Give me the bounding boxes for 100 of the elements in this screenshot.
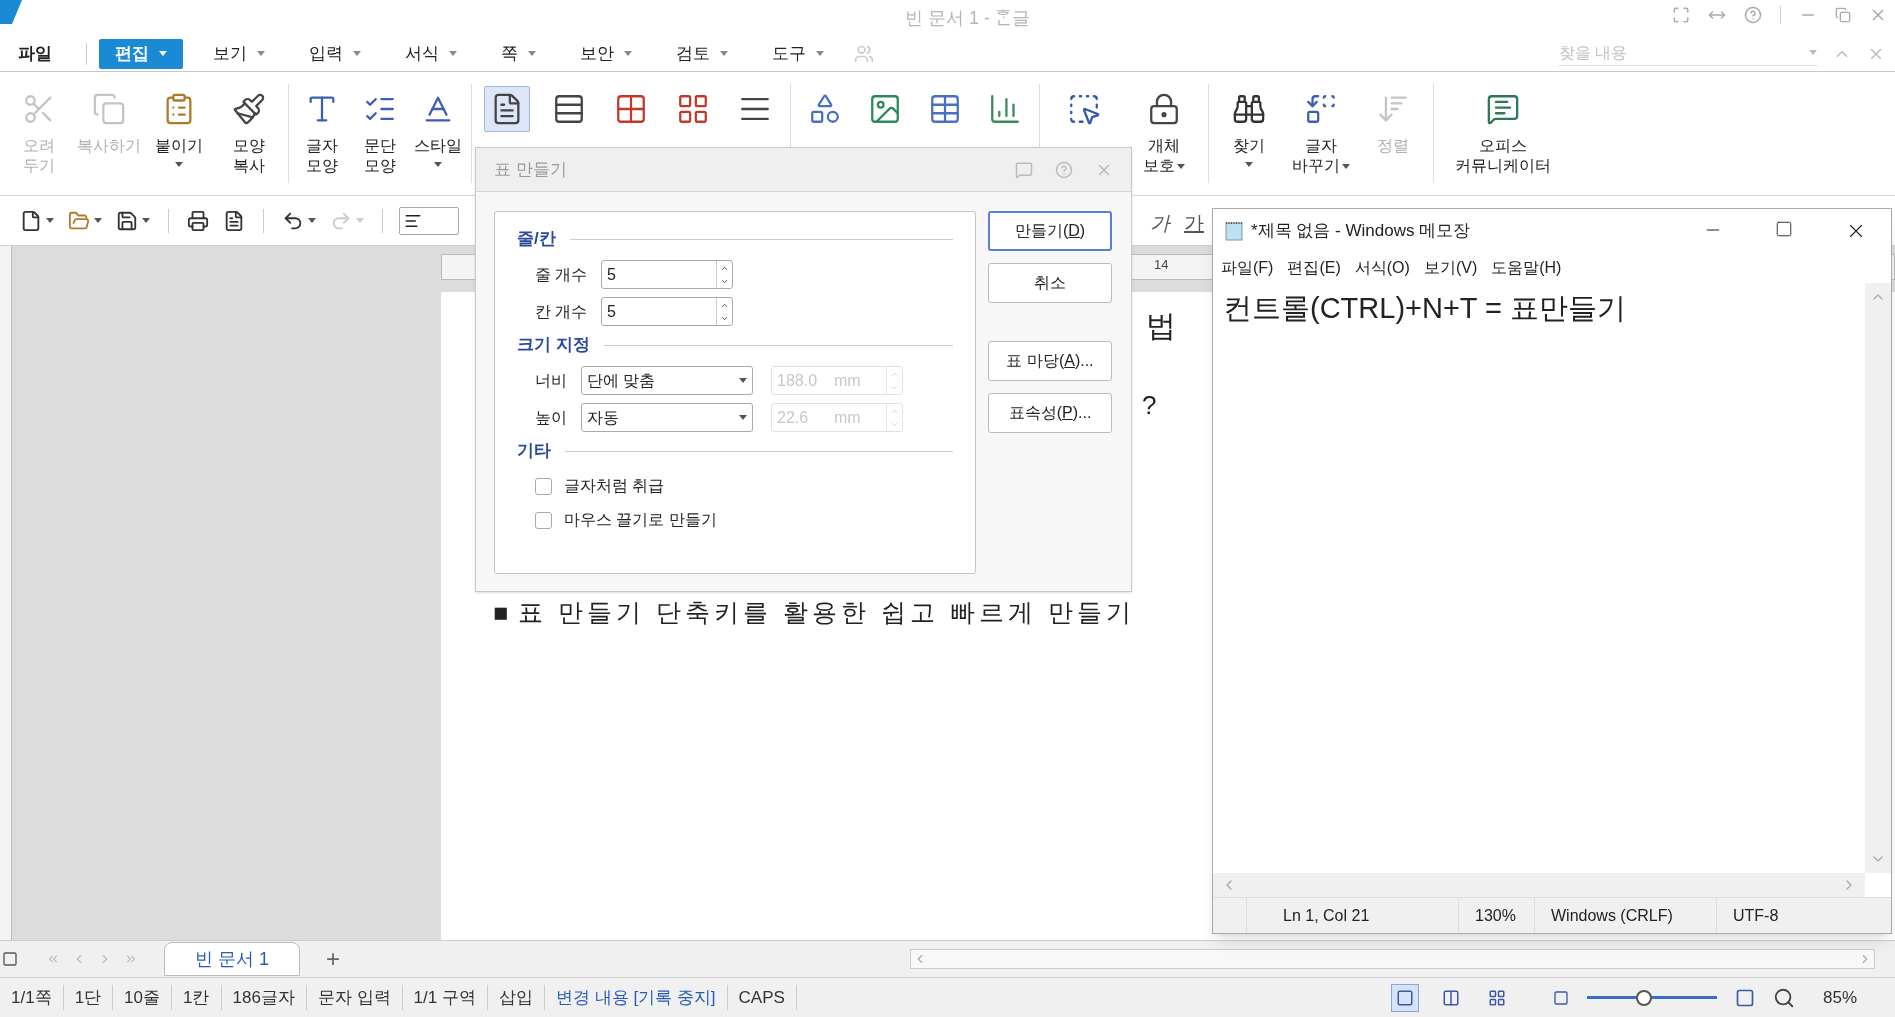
menu-item[interactable]: 서식(O) [1354, 256, 1410, 280]
field-label: 높이 [535, 407, 568, 428]
ribbon-button[interactable]: 스타일 [409, 78, 467, 189]
preview-icon [223, 209, 245, 232]
caret-icon [739, 378, 747, 383]
maximize-icon[interactable] [1775, 220, 1793, 238]
ribbon-button[interactable]: 모양 복사 [214, 78, 284, 189]
bar-chart-icon [988, 92, 1022, 126]
new-file-icon [20, 209, 42, 232]
toolbar-button[interactable] [185, 209, 211, 232]
status-item: CAPS [727, 984, 797, 1011]
menu-item[interactable]: 보기(V) [1423, 256, 1478, 280]
add-tab-button[interactable]: + [316, 941, 351, 977]
format-button[interactable]: 가 [1184, 208, 1204, 238]
caret-icon [720, 51, 728, 56]
restore-icon[interactable] [1835, 7, 1851, 23]
status-item: 문자 입력 [306, 984, 403, 1011]
dialog-button[interactable]: 만들기(D) [988, 211, 1112, 251]
caret-icon [175, 162, 183, 167]
image-icon [868, 92, 902, 126]
caret-icon [1245, 162, 1253, 167]
field-label: 줄 개수 [535, 264, 589, 285]
view-mode-button[interactable] [1390, 983, 1419, 1012]
rows-icon [552, 92, 586, 126]
field-label: 칸 개수 [535, 301, 589, 322]
page-view-icon [1395, 988, 1414, 1007]
vertical-scrollbar[interactable] [1865, 283, 1891, 873]
menu-tab[interactable]: 쪽 [487, 38, 550, 69]
page-icon [2, 951, 18, 967]
ribbon-button[interactable]: 글자 바꾸기 [1285, 78, 1357, 189]
style-dropdown[interactable] [399, 206, 459, 235]
slider-thumb[interactable] [1636, 989, 1653, 1006]
menu-tab[interactable]: 입력 [295, 38, 375, 69]
menu-tab[interactable]: 서식 [391, 38, 471, 69]
save-icon [116, 209, 138, 232]
notepad-icon [1223, 220, 1245, 242]
horizontal-scrollbar[interactable] [1213, 873, 1865, 897]
section-heading: 크기 지정 [517, 334, 590, 357]
menu-tab[interactable]: 도구 [758, 38, 838, 69]
menu-tab[interactable]: 편집 [99, 38, 183, 69]
caret-icon [308, 218, 316, 223]
ribbon-button[interactable]: 문단 모양 [351, 78, 409, 189]
status-item: Windows (CRLF) [1535, 898, 1717, 933]
ruler-label: 14 [1154, 256, 1169, 274]
number-field[interactable]: 5 [601, 297, 733, 326]
ribbon-button[interactable]: 찾기 [1213, 78, 1285, 189]
dialog-button[interactable]: 취소 [988, 263, 1112, 303]
status-item[interactable]: 변경 내용 [기록 중지] [544, 984, 728, 1011]
caret-icon [739, 415, 747, 420]
text-area[interactable]: 컨트롤(CTRL)+N+T = 표만들기 [1213, 283, 1865, 873]
menu-tab[interactable]: 보안 [566, 38, 646, 69]
menu-item[interactable]: 도움말(H) [1491, 256, 1562, 280]
window-title: *제목 없음 - Windows 메모장 [1251, 220, 1471, 243]
checkbox[interactable] [535, 477, 552, 495]
dialog-button[interactable]: 표 마당(A)... [988, 341, 1112, 381]
search-icon[interactable] [1772, 986, 1795, 1009]
find-field[interactable]: 찾을 내용 [1559, 40, 1779, 65]
caret-icon [1342, 163, 1350, 169]
app-logo-icon [0, 0, 22, 26]
caret-icon [624, 51, 632, 56]
status-item: UTF-8 [1732, 905, 1780, 926]
full-view-icon [1487, 988, 1506, 1007]
number-field[interactable]: 5 [601, 260, 733, 289]
menu-item[interactable]: 파일(F) [1221, 256, 1274, 280]
caret-icon [142, 218, 150, 223]
caret-icon [816, 51, 824, 56]
caret-icon [353, 51, 361, 56]
ribbon-button[interactable]: 글자 모양 [293, 78, 351, 189]
document-tab[interactable]: 빈 문서 1 [164, 942, 300, 976]
checkbox[interactable] [535, 511, 552, 529]
ribbon-button[interactable]: 오피스 커뮤니케이터 [1438, 78, 1568, 189]
brush-icon [232, 92, 266, 126]
window-title: 빈 문서 1 - ᄒᆞᆫ글 [905, 6, 1030, 30]
fullscreen-icon[interactable] [1672, 6, 1690, 24]
grid-icon [614, 92, 648, 126]
shapes-icon [808, 92, 842, 126]
ribbon-button[interactable]: 붙이기 [144, 78, 214, 189]
binoculars-icon [1232, 92, 1266, 126]
copy-icon [92, 92, 126, 126]
bullet-icon: ■ [493, 594, 509, 632]
caret-icon [159, 51, 167, 56]
ribbon-button[interactable]: 개체 보호 [1124, 78, 1204, 189]
caret-icon [449, 51, 457, 56]
checkbox-label: 마우스 끌기로 만들기 [564, 510, 717, 530]
caret-icon [528, 51, 536, 56]
caret-icon [434, 162, 442, 167]
format-button[interactable]: 가 [1150, 208, 1170, 238]
dropdown-caret-icon [1809, 50, 1817, 55]
status-item: 1단 [63, 984, 114, 1011]
zoom-reading: 85% [1822, 986, 1857, 1009]
heading-text: 법 [1146, 308, 1176, 344]
status-item: 130% [1459, 898, 1535, 933]
selection-icon [1067, 92, 1101, 126]
menu-tab[interactable]: 파일 [0, 38, 70, 69]
dialog-button[interactable]: 표속성(P)... [988, 393, 1112, 433]
menu-tab[interactable]: 검토 [662, 38, 742, 69]
zoom-slider[interactable] [1586, 988, 1717, 1007]
menu-item[interactable]: 편집(E) [1287, 256, 1341, 280]
help-icon[interactable] [1744, 6, 1762, 24]
menu-tab[interactable]: 보기 [199, 38, 279, 69]
